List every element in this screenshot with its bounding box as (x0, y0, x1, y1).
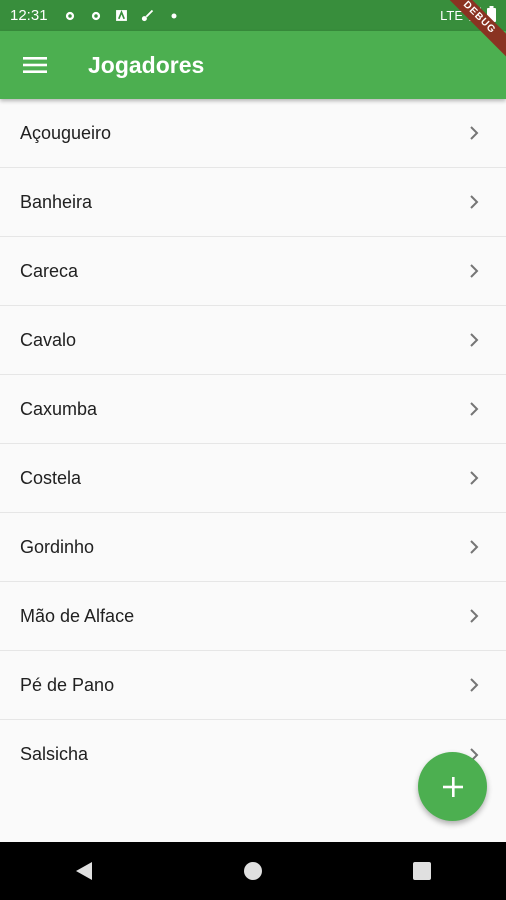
list-item[interactable]: Pé de Pano (0, 651, 506, 720)
system-nav-bar (0, 842, 506, 900)
chevron-right-icon (468, 125, 480, 141)
list-item[interactable]: Mão de Alface (0, 582, 506, 651)
list-item-label: Açougueiro (20, 122, 112, 143)
chevron-right-icon (468, 539, 480, 555)
list-item-label: Careca (20, 260, 79, 281)
list-item-label: Gordinho (20, 536, 95, 557)
dot-icon (166, 8, 182, 24)
list-item-label: Salsicha (20, 744, 89, 764)
list-item-label: Pé de Pano (20, 674, 115, 695)
chevron-right-icon (468, 194, 480, 210)
settings-icon (62, 8, 78, 24)
add-icon (442, 776, 463, 797)
list-item[interactable]: Caxumba (0, 375, 506, 444)
list-item-label: Cavalo (20, 329, 77, 350)
page-title: Jogadores (88, 51, 205, 78)
players-list: Açougueiro Banheira Careca Cavalo Caxumb… (0, 99, 506, 789)
list-item[interactable]: Cavalo (0, 306, 506, 375)
key-icon (140, 8, 156, 24)
list-item[interactable]: Costela (0, 444, 506, 513)
add-player-button[interactable] (418, 752, 487, 821)
home-icon (243, 862, 262, 880)
menu-button[interactable] (0, 31, 70, 99)
status-time: 12:31 (10, 7, 48, 24)
list-item-label: Caxumba (20, 398, 98, 419)
chevron-right-icon (468, 263, 480, 279)
list-item[interactable]: Careca (0, 237, 506, 306)
list-item[interactable]: Açougueiro (0, 99, 506, 168)
recents-icon (412, 862, 431, 880)
list-item-label: Banheira (20, 191, 93, 212)
chevron-right-icon (468, 332, 480, 348)
chevron-right-icon (468, 677, 480, 693)
recents-button[interactable] (402, 851, 442, 891)
chevron-right-icon (468, 470, 480, 486)
list-item-label: Mão de Alface (20, 605, 135, 626)
status-bar: 12:31 LTE (0, 0, 506, 31)
list-item-label: Costela (20, 467, 82, 488)
home-button[interactable] (233, 851, 273, 891)
back-button[interactable] (64, 851, 104, 891)
chevron-right-icon (468, 401, 480, 417)
settings-icon-2 (88, 8, 104, 24)
chevron-right-icon (468, 608, 480, 624)
font-icon (114, 8, 130, 24)
menu-icon (23, 57, 47, 73)
list-item[interactable]: Gordinho (0, 513, 506, 582)
app-bar: Jogadores (0, 31, 506, 99)
back-icon (76, 862, 93, 880)
list-item[interactable]: Banheira (0, 168, 506, 237)
